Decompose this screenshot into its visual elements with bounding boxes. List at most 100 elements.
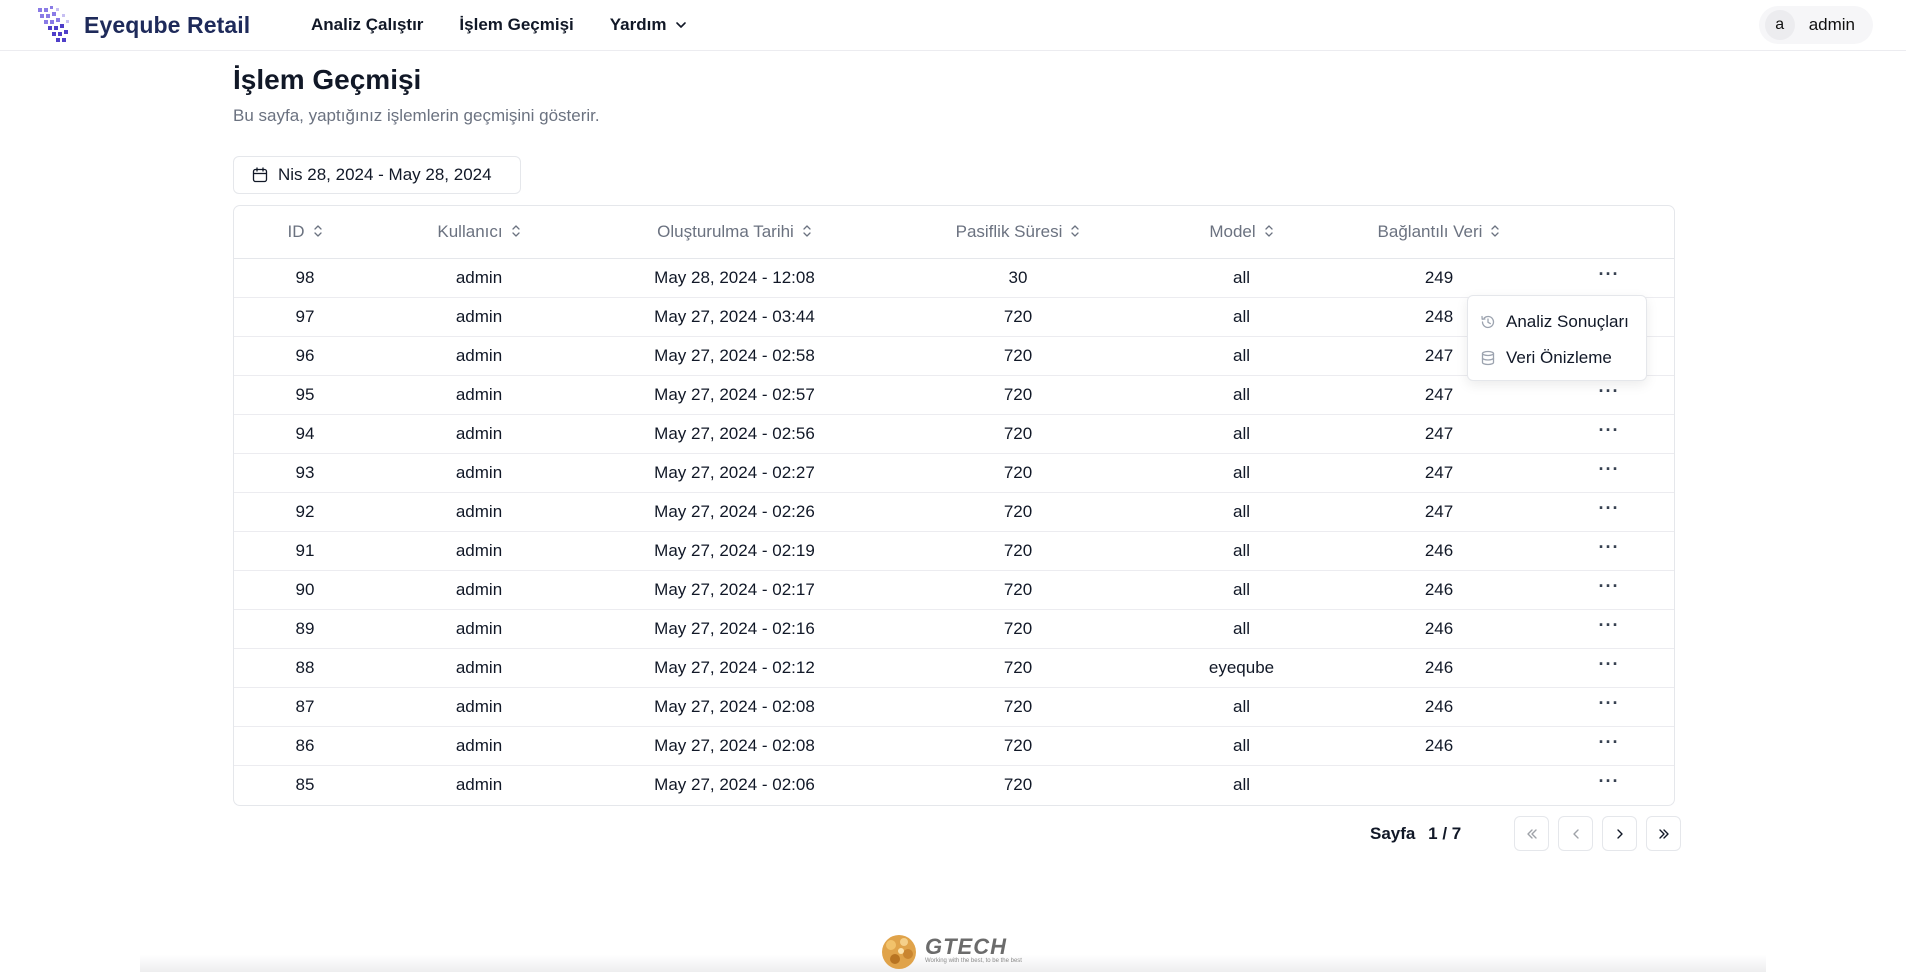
table-row: 88 admin May 27, 2024 - 02:12 720 eyeqube 246…: [234, 648, 1674, 687]
page-current: 1: [1428, 823, 1438, 843]
cell-baglantili-veri: 249: [1424, 267, 1454, 287]
chevron-down-icon: [676, 21, 687, 28]
cell-model: all: [1232, 618, 1250, 638]
cell-actions: ···: [1544, 258, 1674, 297]
page-label: Sayfa: [1370, 823, 1416, 843]
cell-actions: ···: [1544, 570, 1674, 609]
cell-pasiflik-suresi: 720: [1003, 540, 1033, 560]
table-row: 91 admin May 27, 2024 - 02:19 720 all 246 ···: [234, 531, 1674, 570]
row-actions-button[interactable]: ···: [1599, 381, 1620, 401]
cell-baglantili-veri: 246: [1424, 540, 1454, 560]
row-actions-button[interactable]: ···: [1599, 420, 1620, 440]
cell-olusturulma-tarihi: May 27, 2024 - 02:26: [654, 501, 815, 521]
cell-olusturulma-tarihi: May 27, 2024 - 02:06: [654, 774, 815, 794]
col-header-kullanici[interactable]: Kullanıcı: [376, 206, 582, 258]
cell-model: all: [1232, 267, 1250, 287]
sort-icon: [1491, 225, 1500, 237]
row-actions-button[interactable]: ···: [1599, 576, 1620, 596]
cell-id: 85: [295, 774, 315, 794]
row-actions-button[interactable]: ···: [1599, 654, 1620, 674]
user-menu[interactable]: a admin: [1758, 6, 1873, 44]
cell-pasiflik-suresi: 720: [1003, 423, 1033, 443]
table-row: 98 admin May 28, 2024 - 12:08 30 all 249 ···: [234, 258, 1674, 297]
nav-yardim[interactable]: Yardım: [610, 15, 689, 35]
prev-page-button[interactable]: [1558, 816, 1594, 851]
brand-name: Eyeqube Retail: [84, 11, 251, 38]
sort-icon: [803, 225, 811, 237]
menu-item-analiz-sonuclari[interactable]: Analiz Sonuçları: [1468, 304, 1646, 340]
cell-pasiflik-suresi: 720: [1003, 696, 1033, 716]
cell-kullanici: admin: [455, 501, 503, 521]
cell-olusturulma-tarihi: May 28, 2024 - 12:08: [654, 267, 815, 287]
row-actions-button[interactable]: ···: [1599, 693, 1620, 713]
row-actions-button[interactable]: ···: [1599, 732, 1620, 752]
table-row: 90 admin May 27, 2024 - 02:17 720 all 246 ···: [234, 570, 1674, 609]
cell-kullanici: admin: [455, 657, 503, 677]
gtech-logo-icon: [882, 935, 916, 969]
sort-icon: [313, 225, 322, 237]
cell-olusturulma-tarihi: May 27, 2024 - 03:44: [654, 306, 815, 326]
cell-actions: ···: [1544, 726, 1674, 765]
nav-analiz-calistir[interactable]: Analiz Çalıştır: [311, 15, 423, 35]
col-header-kullanici-label: Kullanıcı: [437, 221, 503, 241]
cell-kullanici: admin: [455, 345, 503, 365]
cell-pasiflik-suresi: 720: [1003, 735, 1033, 755]
row-actions-button[interactable]: ···: [1599, 264, 1620, 284]
col-header-olusturulma-tarihi[interactable]: Oluşturulma Tarihi: [582, 206, 887, 258]
cell-olusturulma-tarihi: May 27, 2024 - 02:56: [654, 423, 815, 443]
date-range-label: Nis 28, 2024 - May 28, 2024: [278, 165, 492, 184]
table-header-row: ID Kullanıcı Oluşturulma Tarihi Pasiflik…: [234, 206, 1674, 258]
cell-id: 90: [295, 579, 315, 599]
cell-id: 91: [295, 540, 315, 560]
row-actions-button[interactable]: ···: [1599, 459, 1620, 479]
cell-olusturulma-tarihi: May 27, 2024 - 02:57: [654, 384, 815, 404]
first-page-button[interactable]: [1514, 816, 1550, 851]
row-actions-button[interactable]: ···: [1599, 615, 1620, 635]
cell-id: 93: [295, 462, 315, 482]
col-header-baglantili-veri-label: Bağlantılı Veri: [1377, 221, 1483, 241]
cell-olusturulma-tarihi: May 27, 2024 - 02:12: [654, 657, 815, 677]
cell-actions: ···: [1544, 687, 1674, 726]
row-actions-button[interactable]: ···: [1599, 498, 1620, 518]
cell-id: 87: [295, 696, 315, 716]
row-actions-button[interactable]: ···: [1599, 537, 1620, 557]
cell-kullanici: admin: [455, 540, 503, 560]
page-title: İşlem Geçmişi: [233, 64, 422, 95]
table-row: 87 admin May 27, 2024 - 02:08 720 all 246 ···: [234, 687, 1674, 726]
cell-kullanici: admin: [455, 579, 503, 599]
table-row: 86 admin May 27, 2024 - 02:08 720 all 246 ···: [234, 726, 1674, 765]
date-range-button[interactable]: Nis 28, 2024 - May 28, 2024: [233, 156, 521, 194]
last-page-button[interactable]: [1646, 816, 1682, 851]
cell-olusturulma-tarihi: May 27, 2024 - 02:19: [654, 540, 815, 560]
brand[interactable]: Eyeqube Retail: [36, 4, 250, 46]
table-row: 89 admin May 27, 2024 - 02:16 720 all 246 ···: [234, 609, 1674, 648]
database-icon: [1481, 350, 1495, 366]
history-icon: [1481, 315, 1495, 329]
cell-kullanici: admin: [455, 735, 503, 755]
page-subtitle: Bu sayfa, yaptığınız işlemlerin geçmişin…: [233, 106, 600, 125]
calendar-icon: [252, 167, 268, 183]
cell-model: all: [1232, 696, 1250, 716]
nav-islem-gecmisi[interactable]: İşlem Geçmişi: [459, 15, 573, 35]
cell-pasiflik-suresi: 720: [1003, 774, 1033, 794]
col-header-id[interactable]: ID: [234, 206, 376, 258]
table-body: 98 admin May 28, 2024 - 12:08 30 all 249 ··· 97…: [234, 258, 1674, 804]
cell-model: all: [1232, 462, 1250, 482]
cell-baglantili-veri: 246: [1424, 579, 1454, 599]
cell-model: eyeqube: [1208, 657, 1275, 677]
cell-id: 96: [295, 345, 315, 365]
cell-actions: ···: [1544, 765, 1674, 804]
row-actions-button[interactable]: ···: [1599, 771, 1620, 791]
menu-item-veri-onizleme[interactable]: Veri Önizleme: [1468, 340, 1646, 376]
col-header-baglantili-veri[interactable]: Bağlantılı Veri: [1334, 206, 1544, 258]
sort-icon: [511, 225, 520, 237]
cell-kullanici: admin: [455, 306, 503, 326]
cell-pasiflik-suresi: 720: [1003, 462, 1033, 482]
next-page-button[interactable]: [1602, 816, 1638, 851]
col-header-pasiflik-suresi[interactable]: Pasiflik Süresi: [887, 206, 1149, 258]
cell-baglantili-veri: 246: [1424, 618, 1454, 638]
col-header-model[interactable]: Model: [1149, 206, 1334, 258]
cell-id: 92: [295, 501, 315, 521]
page-indicator: Sayfa 1 / 7: [1370, 824, 1461, 844]
footer-tagline: Working with the best, to be the best: [925, 958, 1022, 964]
